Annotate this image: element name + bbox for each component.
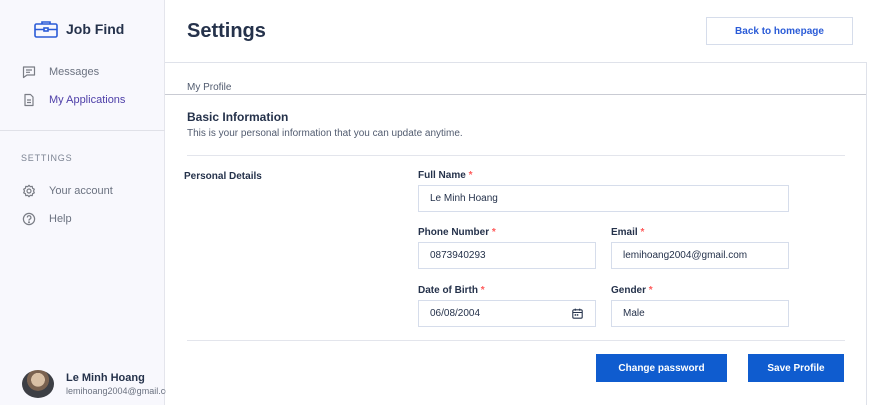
sidebar: Job Find Messages My Applications SETTIN… <box>0 0 166 405</box>
field-label-text: Gender <box>611 285 647 296</box>
brand-name: Job Find <box>66 21 125 37</box>
required-mark: * <box>491 227 496 238</box>
email-label: Email * <box>611 227 644 238</box>
change-password-button[interactable]: Change password <box>596 354 727 382</box>
sidebar-item-label: Your account <box>49 185 113 197</box>
sidebar-item-help[interactable]: Help <box>22 212 72 226</box>
sidebar-item-your-account[interactable]: Your account <box>22 184 113 198</box>
brand[interactable]: Job Find <box>34 20 124 38</box>
settings-section-label: SETTINGS <box>21 153 73 163</box>
user-profile[interactable]: Le Minh Hoang lemihoang2004@gmail.com <box>22 370 166 398</box>
avatar <box>22 370 54 398</box>
sidebar-item-my-applications[interactable]: My Applications <box>22 93 125 107</box>
required-mark: * <box>468 170 473 181</box>
field-label-text: Email <box>611 227 638 238</box>
field-value: Le Minh Hoang <box>430 193 498 204</box>
phone-number-input[interactable]: 0873940293 <box>418 242 596 269</box>
required-mark: * <box>480 285 485 296</box>
content-border <box>866 62 867 405</box>
sidebar-item-label: My Applications <box>49 94 126 106</box>
field-value: 06/08/2004 <box>430 308 481 319</box>
header-divider <box>165 62 866 63</box>
save-profile-button[interactable]: Save Profile <box>748 354 844 382</box>
user-name: Le Minh Hoang <box>66 372 145 384</box>
main-content: Settings Back to homepage My Profile Bas… <box>165 0 878 405</box>
message-icon <box>22 66 36 79</box>
email-input[interactable]: lemihoang2004@gmail.com <box>611 242 789 269</box>
field-value: Male <box>623 308 645 319</box>
full-name-input[interactable]: Le Minh Hoang <box>418 185 789 212</box>
sidebar-item-messages[interactable]: Messages <box>22 65 99 79</box>
gear-icon <box>23 184 35 198</box>
section-divider <box>187 155 845 156</box>
briefcase-icon <box>34 21 58 38</box>
gender-label: Gender * <box>611 285 653 296</box>
field-label-text: Date of Birth <box>418 285 478 296</box>
date-of-birth-input[interactable]: 06/08/2004 <box>418 300 596 327</box>
phone-number-label: Phone Number * <box>418 227 496 238</box>
section-title: Basic Information <box>187 110 289 124</box>
field-label-text: Phone Number <box>418 227 490 238</box>
document-icon <box>24 93 34 107</box>
page-title: Settings <box>187 20 266 42</box>
sidebar-divider <box>0 130 165 131</box>
field-value: 0873940293 <box>430 250 486 261</box>
tab-my-profile[interactable]: My Profile <box>187 82 231 93</box>
tab-underline <box>165 94 866 95</box>
sidebar-item-label: Help <box>49 213 72 225</box>
required-mark: * <box>640 227 645 238</box>
section-description: This is your personal information that y… <box>187 128 463 139</box>
help-icon <box>22 212 36 226</box>
actions-divider <box>187 340 845 341</box>
field-value: lemihoang2004@gmail.com <box>623 250 748 261</box>
date-of-birth-label: Date of Birth * <box>418 285 485 296</box>
back-to-homepage-button[interactable]: Back to homepage <box>706 17 853 45</box>
sidebar-item-label: Messages <box>49 66 100 78</box>
full-name-label: Full Name * <box>418 170 472 181</box>
calendar-icon[interactable] <box>572 308 583 319</box>
required-mark: * <box>648 285 653 296</box>
personal-details-label: Personal Details <box>184 171 262 182</box>
user-email: lemihoang2004@gmail.com <box>66 386 166 396</box>
gender-select[interactable]: Male <box>611 300 789 327</box>
field-label-text: Full Name <box>418 170 466 181</box>
user-text: Le Minh Hoang lemihoang2004@gmail.com <box>66 372 166 396</box>
